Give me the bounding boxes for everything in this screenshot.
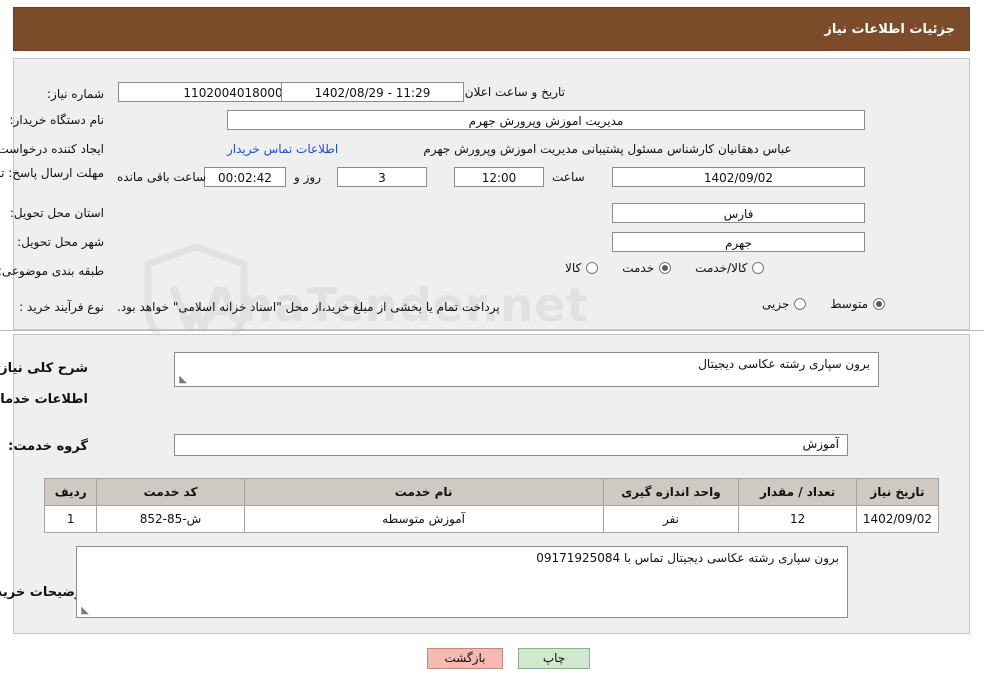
category-option-kala[interactable]: کالا [566,261,600,275]
print-button[interactable]: چاپ [519,648,591,669]
page-header: جزئیات اطلاعات نیاز [14,7,971,51]
process-label: نوع فرآیند خرید : [20,300,105,314]
resize-grip-icon[interactable]: ◣ [178,375,188,385]
table-header-row: تاریخ نیاز تعداد / مقدار واحد اندازه گیر… [44,478,941,506]
need-number-label: شماره نیاز: [48,87,105,101]
cell-need-date: 1402/09/02 [856,505,941,533]
deadline-date-value: 1402/09/02 [613,167,866,187]
th-unit: واحد اندازه گیری [603,478,741,506]
th-quantity: تعداد / مقدار [739,478,858,506]
category-option-khedmat[interactable]: خدمت [623,261,673,275]
cell-service-code: ش-85-852 [97,505,246,533]
buyer-notes-value: برون سپاری رشته عکاسی دیجیتال تماس با 09… [77,546,849,618]
deadline-label-text: مهلت ارسال پاسخ: تا تاریخ: [0,166,105,180]
remaining-time-value: 00:02:42 [205,167,287,187]
category-option-label: کالا/خدمت [696,261,749,275]
service-group-value: آموزش [175,434,849,456]
th-row-no: ردیف [44,478,99,506]
process-option-label: جزیی [763,297,791,311]
service-group-text: آموزش [803,437,840,451]
category-option-kala-khedmat[interactable]: کالا/خدمت [696,261,766,275]
category-option-label: خدمت [623,261,656,275]
process-radio-group[interactable]: متوسط جزیی [745,297,887,311]
th-need-date: تاریخ نیاز [856,478,941,506]
radio-icon[interactable] [660,262,673,274]
requester-value: عباس دهقانیان کارشناس مسئول پشتیبانی مدی… [424,142,793,156]
cell-service-name: آموزش متوسطه [244,505,605,533]
city-label: شهر محل تحویل: [18,235,105,249]
radio-icon[interactable] [587,262,600,274]
resize-grip-icon[interactable]: ◣ [80,606,90,616]
category-radio-group[interactable]: کالا/خدمت خدمت کالا [548,261,766,275]
general-need-label: شرح کلی نیاز: [0,361,89,376]
process-option-label: متوسط [831,297,870,311]
back-button[interactable]: بازگشت [428,648,504,669]
province-value: فارس [613,203,866,223]
buyer-org-label: نام دستگاه خریدار: [10,113,106,127]
th-service-code: کد خدمت [97,478,246,506]
services-info-title: اطلاعات خدمات مورد نیاز [0,392,89,407]
deadline-label: مهلت ارسال پاسخ: تا تاریخ: [0,165,105,181]
section-divider [0,330,985,331]
radio-icon[interactable] [795,298,808,310]
page-root: جزئیات اطلاعات نیاز AnaTender.net شماره … [0,0,985,691]
requester-label: ایجاد کننده درخواست: [0,142,105,156]
remaining-days-label: روز و [295,170,322,184]
table-row: 1402/09/02 12 نفر آموزش متوسطه ش-85-852 … [44,505,941,533]
general-need-value: برون سپاری رشته عکاسی دیجیتال ◣ [175,352,880,387]
radio-icon[interactable] [874,298,887,310]
remaining-time-label: ساعت باقی مانده [118,170,208,184]
process-option-jozii[interactable]: جزیی [763,297,808,311]
category-option-label: کالا [566,261,583,275]
cell-row-no: 1 [44,505,99,533]
buyer-notes-text: برون سپاری رشته عکاسی دیجیتال تماس با 09… [537,551,840,565]
services-table: تاریخ نیاز تعداد / مقدار واحد اندازه گیر… [44,478,941,533]
announce-datetime-value: 11:29 - 1402/08/29 [282,82,465,102]
need-number-label-row: شماره نیاز: [5,83,105,105]
deadline-hour-value: 12:00 [455,167,545,187]
page-title: جزئیات اطلاعات نیاز [825,22,956,37]
buyer-contact-link[interactable]: اطلاعات تماس خریدار [228,142,339,156]
deadline-hour-label: ساعت [553,170,586,184]
service-group-label: گروه خدمت: [9,439,89,454]
city-value: جهرم [613,232,866,252]
general-need-text: برون سپاری رشته عکاسی دیجیتال [699,357,871,371]
cell-unit: نفر [603,505,741,533]
cell-quantity: 12 [739,505,858,533]
radio-icon[interactable] [753,262,766,274]
province-label: استان محل تحویل: [10,206,105,220]
buyer-notes-label: توضیحات خریدار: [0,585,89,600]
category-label: طبقه بندی موضوعی: [0,264,105,278]
buyer-org-value: مدیریت اموزش وپرورش جهرم [228,110,866,130]
th-service-name: نام خدمت [244,478,605,506]
process-option-motavaset[interactable]: متوسط [831,297,887,311]
remaining-days-value: 3 [338,167,428,187]
process-note: پرداخت تمام یا بخشی از مبلغ خرید،از محل … [118,300,501,314]
